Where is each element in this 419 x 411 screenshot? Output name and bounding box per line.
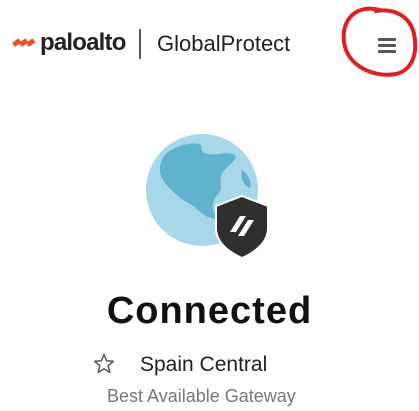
star-icon[interactable] xyxy=(92,352,116,376)
menu-bar xyxy=(378,38,396,41)
gateway-row[interactable]: Spain Central xyxy=(92,350,352,380)
paloalto-logo-icon xyxy=(12,38,36,47)
brand-name: paloalto xyxy=(40,29,126,56)
globalprotect-panel: paloalto GlobalProtect Connected Spain C… xyxy=(0,0,419,411)
menu-bar xyxy=(378,50,396,53)
header: paloalto GlobalProtect xyxy=(0,0,419,90)
hamburger-menu-icon[interactable] xyxy=(372,33,402,57)
header-divider xyxy=(139,29,141,59)
gateway-name: Spain Central xyxy=(140,353,268,376)
product-name: GlobalProtect xyxy=(157,31,291,56)
gateway-description: Best Available Gateway xyxy=(107,386,296,406)
menu-bar xyxy=(378,44,396,47)
shield-icon xyxy=(215,194,269,260)
connection-status: Connected xyxy=(106,290,313,332)
connected-globe-icon xyxy=(146,134,269,260)
